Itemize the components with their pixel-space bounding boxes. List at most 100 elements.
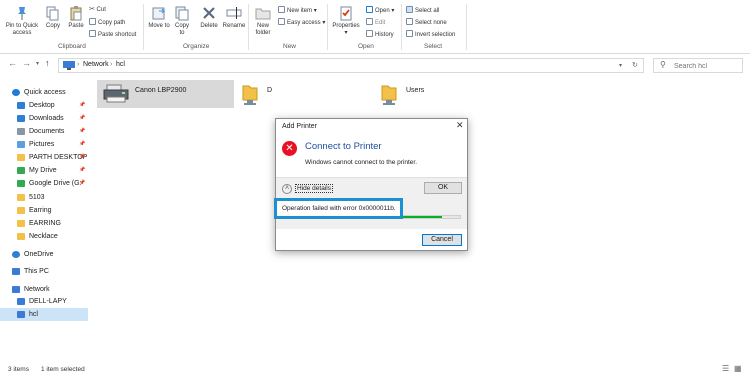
sidebar-item-5103[interactable]: 5103 (0, 191, 88, 204)
edit-button[interactable]: Edit (366, 18, 385, 27)
select-none-label: Select none (415, 20, 447, 26)
organize-group-label: Organize (183, 43, 210, 50)
file-item-label: Canon LBP2900 (135, 87, 187, 94)
selection-count: 1 item selected (41, 366, 85, 373)
sidebar-item-downloads[interactable]: Downloads 📌 (0, 112, 88, 125)
properties-icon (340, 6, 352, 21)
sidebar-item-desktop[interactable]: Desktop 📌 (0, 99, 88, 112)
rename-label: Rename (222, 23, 246, 29)
easy-access-label: Easy access (287, 20, 321, 26)
hide-details-button[interactable]: ˄ Hide details (282, 183, 333, 194)
network-icon (63, 61, 75, 70)
pin-label: Pin to Quick access (5, 23, 39, 36)
ok-button[interactable]: OK (424, 182, 462, 194)
computer-icon (17, 311, 25, 318)
history-button[interactable]: History (366, 30, 394, 39)
open-icon (366, 6, 373, 13)
address-bar[interactable]: › Network › hcl ▾ ↻ (58, 58, 644, 73)
pin-icon: 📌 (79, 154, 86, 160)
picture-icon (17, 141, 25, 148)
cut-button[interactable]: ✂ Cut (89, 6, 106, 14)
pin-icon: 📌 (79, 180, 86, 186)
open-button[interactable]: Open ▾ (366, 6, 394, 15)
chevron-down-icon: ▾ (313, 8, 317, 14)
sidebar-item-google-drive-g[interactable]: Google Drive (G: 📌 (0, 177, 88, 190)
dialog-title: Add Printer (282, 123, 318, 130)
sidebar-item-earring[interactable]: EARRING (0, 217, 88, 230)
copy-button[interactable]: Copy (42, 5, 64, 30)
item-count: 3 items (8, 366, 29, 373)
easy-access-button[interactable]: Easy access ▾ (278, 18, 325, 27)
delete-button[interactable]: Delete (197, 5, 221, 30)
sidebar-item-onedrive[interactable]: OneDrive (0, 248, 88, 261)
folder-icon (17, 233, 25, 240)
breadcrumb-hcl[interactable]: hcl (116, 61, 125, 68)
invert-selection-label: Invert selection (415, 32, 456, 38)
add-printer-dialog: Add Printer ✕ ✕ Connect to Printer Windo… (275, 118, 468, 251)
chevron-down-icon: ▾ (322, 20, 326, 26)
easy-access-icon (278, 18, 285, 25)
paste-shortcut-icon (89, 30, 96, 37)
error-detail-text: Operation failed with error 0x0000011b. (282, 205, 396, 212)
select-all-button[interactable]: Select all (406, 6, 439, 15)
sidebar-item-hcl[interactable]: hcl (0, 308, 88, 321)
shared-folder-icon (242, 85, 258, 105)
paste-shortcut-button[interactable]: Paste shortcut (89, 30, 136, 39)
file-item-printer[interactable]: Canon LBP2900 (97, 80, 234, 108)
sidebar-item-dell-lapy[interactable]: DELL-LAPY (0, 295, 88, 308)
ribbon: Pin to Quick access Copy Paste ✂ Cut Cop… (0, 0, 750, 54)
paste-label: Paste (68, 23, 84, 29)
copy-path-icon (89, 18, 96, 25)
star-icon (12, 89, 20, 96)
search-box[interactable]: ⚲ (653, 58, 743, 73)
copy-to-button[interactable]: Copy to (172, 5, 192, 37)
ribbon-separator (248, 4, 249, 50)
sidebar-item-parth-desktop[interactable]: PARTH DESKTOP 📌 (0, 151, 88, 164)
sidebar-item-label: Necklace (29, 233, 58, 240)
new-group-label: New (283, 43, 297, 50)
sidebar-item-my-drive[interactable]: My Drive 📌 (0, 164, 88, 177)
sidebar-item-earring[interactable]: Earring (0, 204, 88, 217)
file-item-folder-d[interactable]: D (238, 80, 358, 108)
select-all-label: Select all (415, 8, 440, 14)
file-item-folder-users[interactable]: Users (377, 80, 487, 108)
cut-label: Cut (96, 7, 106, 13)
pin-icon: 📌 (79, 102, 86, 108)
move-to-button[interactable]: Move to (148, 5, 170, 30)
close-icon[interactable]: ✕ (456, 120, 464, 131)
search-input[interactable] (674, 61, 740, 71)
cancel-button[interactable]: Cancel (422, 234, 462, 246)
address-dropdown-icon[interactable]: ▾ (619, 62, 622, 69)
recent-chevron-icon[interactable]: ▾ (36, 60, 39, 67)
new-folder-button[interactable]: New folder (252, 5, 274, 37)
sidebar-item-pictures[interactable]: Pictures 📌 (0, 138, 88, 151)
sidebar-item-this-pc[interactable]: This PC (0, 265, 88, 278)
select-none-button[interactable]: Select none (406, 18, 447, 27)
tiles-view-icon[interactable]: ▦ (734, 364, 742, 373)
rename-button[interactable]: Rename (222, 5, 246, 30)
new-item-button[interactable]: New item ▾ (278, 6, 317, 15)
new-folder-icon (255, 8, 271, 20)
pin-to-quick-access-button[interactable]: Pin to Quick access (3, 5, 41, 37)
delete-icon (203, 7, 215, 19)
properties-button[interactable]: Properties ▾ (330, 5, 362, 37)
pin-icon: 📌 (79, 167, 86, 173)
sidebar-item-necklace[interactable]: Necklace (0, 230, 88, 243)
invert-selection-icon (406, 30, 413, 37)
pin-icon: 📌 (79, 128, 86, 134)
sidebar-item-label: Google Drive (G: (29, 180, 82, 187)
back-arrow-icon[interactable]: ← (8, 58, 17, 68)
sidebar-item-documents[interactable]: Documents 📌 (0, 125, 88, 138)
up-arrow-icon[interactable]: ↑ (45, 58, 50, 68)
cloud-icon (12, 251, 20, 258)
refresh-icon[interactable]: ↻ (632, 61, 638, 69)
copy-path-button[interactable]: Copy path (89, 18, 125, 27)
ribbon-separator (466, 4, 467, 50)
drive-icon (17, 167, 25, 174)
details-view-icon[interactable]: ☰ (722, 364, 729, 373)
breadcrumb-network[interactable]: Network (83, 61, 109, 68)
forward-arrow-icon[interactable]: → (22, 58, 31, 68)
sidebar-item-quick-access[interactable]: Quick access (0, 86, 88, 99)
paste-button[interactable]: Paste (66, 5, 86, 30)
invert-selection-button[interactable]: Invert selection (406, 30, 455, 39)
